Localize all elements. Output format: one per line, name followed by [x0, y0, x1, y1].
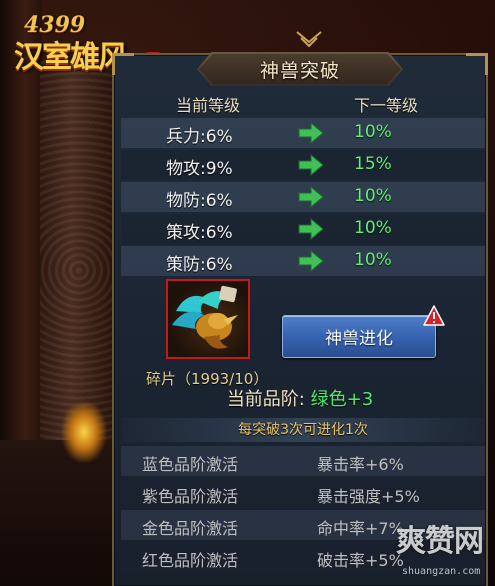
logo-name: 汉室雄风 [14, 40, 128, 75]
current-quality: 当前品阶: 绿色+3 [112, 385, 488, 411]
next-level-header: 下一等级 [354, 96, 419, 115]
stat-next: 10% [354, 122, 392, 142]
stat-next: 10% [354, 186, 392, 206]
right-arrow-icon [298, 249, 324, 273]
stat-row: 物防:6% 10% [121, 182, 485, 212]
phoenix-beast-icon [172, 285, 238, 349]
panel-corner-right [466, 53, 488, 75]
watermark-sub: shuangzan.com [402, 566, 481, 577]
bonus-value: 命中率+7% [317, 519, 404, 538]
right-arrow-icon [298, 185, 324, 209]
beast-portrait[interactable] [166, 279, 250, 359]
evolve-beast-button[interactable]: 神兽进化 [282, 315, 436, 358]
stat-row: 物攻:9% 15% [121, 150, 485, 180]
bonus-label: 红色品阶激活 [142, 551, 239, 570]
stat-current: 物防:6% [166, 191, 233, 211]
stat-current: 兵力:6% [166, 127, 233, 147]
bonus-value: 暴击强度+5% [317, 487, 420, 506]
bonus-row: 蓝色品阶激活 暴击率+6% [121, 446, 485, 476]
stat-next: 10% [354, 218, 392, 238]
bonus-value: 暴击率+6% [317, 455, 404, 474]
site-watermark: 爽赞网 shuangzan.com [396, 516, 495, 586]
stat-row: 策攻:6% 10% [121, 214, 485, 244]
panel-title: 神兽突破 [259, 59, 340, 82]
bonus-row: 紫色品阶激活 暴击强度+5% [121, 478, 485, 508]
quality-label: 当前品阶: [226, 389, 305, 410]
stat-next: 10% [354, 250, 392, 270]
exclamation-alert-icon [423, 305, 445, 326]
stat-row: 策防:6% 10% [121, 246, 485, 276]
lantern-glow [62, 402, 106, 462]
stat-current: 物攻:9% [166, 159, 233, 179]
stat-current: 策攻:6% [166, 223, 233, 243]
bonus-label: 紫色品阶激活 [142, 487, 239, 506]
title-ornament-icon [296, 31, 322, 48]
panel-corner-left [112, 53, 134, 75]
stat-row: 兵力:6% 10% [121, 118, 485, 148]
panel-title-bar: 神兽突破 [197, 52, 403, 86]
stat-next: 15% [354, 154, 392, 174]
quality-value: 绿色+3 [310, 389, 374, 410]
evolve-note: 每突破3次可进化1次 [121, 418, 485, 442]
bonus-value: 破击率+5% [317, 551, 404, 570]
bonus-label: 金色品阶激活 [142, 519, 239, 538]
right-arrow-icon [298, 121, 324, 145]
right-arrow-icon [298, 153, 324, 177]
bonus-label: 蓝色品阶激活 [142, 455, 239, 474]
stat-current: 策防:6% [166, 255, 233, 275]
current-level-header: 当前等级 [176, 96, 241, 115]
right-arrow-icon [298, 217, 324, 241]
watermark-main: 爽赞网 [396, 524, 484, 559]
